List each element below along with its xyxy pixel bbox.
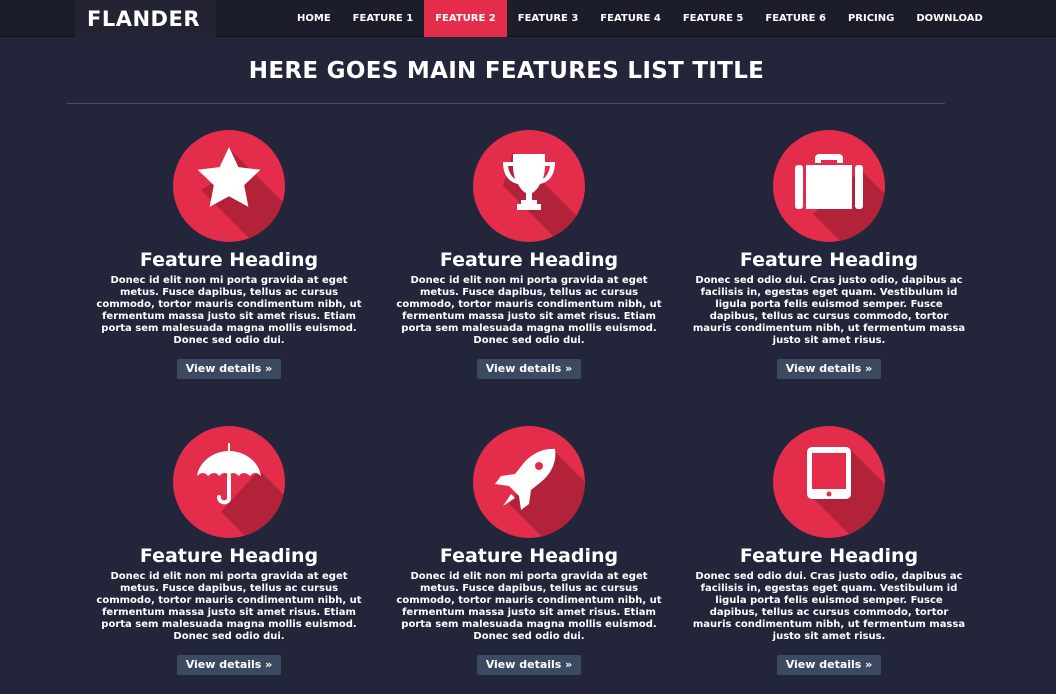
feature-description: Donec sed odio dui. Cras justo odio, dap… xyxy=(692,571,966,642)
nav-item-feature-1[interactable]: FEATURE 1 xyxy=(342,0,425,37)
feature-icon-circle xyxy=(473,130,585,242)
feature-heading: Feature Heading xyxy=(439,249,619,271)
main-nav: HOME FEATURE 1 FEATURE 2 FEATURE 3 FEATU… xyxy=(286,0,994,37)
nav-item-home[interactable]: HOME xyxy=(286,0,342,37)
feature-description: Donec sed odio dui. Cras justo odio, dap… xyxy=(692,275,966,346)
feature-card: Feature Heading Donec sed odio dui. Cras… xyxy=(689,426,969,675)
view-details-button[interactable]: View details » xyxy=(176,359,282,379)
feature-icon-circle xyxy=(173,426,285,538)
nav-item-feature-3[interactable]: FEATURE 3 xyxy=(507,0,590,37)
nav-item-feature-2[interactable]: FEATURE 2 xyxy=(424,0,507,37)
nav-item-feature-5[interactable]: FEATURE 5 xyxy=(672,0,755,37)
feature-card: Feature Heading Donec id elit non mi por… xyxy=(389,130,669,379)
feature-heading: Feature Heading xyxy=(139,545,319,567)
umbrella-icon xyxy=(197,443,261,505)
feature-description: Donec id elit non mi porta gravida at eg… xyxy=(396,571,662,642)
title-divider xyxy=(67,103,945,104)
view-details-button[interactable]: View details » xyxy=(776,655,882,675)
view-details-button[interactable]: View details » xyxy=(176,655,282,675)
brand-logo[interactable]: FLANDER xyxy=(75,0,216,37)
nav-item-feature-6[interactable]: FEATURE 6 xyxy=(754,0,837,37)
briefcase-icon xyxy=(795,154,863,209)
feature-card: Feature Heading Donec sed odio dui. Cras… xyxy=(689,130,969,379)
feature-card: Feature Heading Donec id elit non mi por… xyxy=(89,130,369,379)
page-title: HERE GOES MAIN FEATURES LIST TITLE xyxy=(248,58,765,84)
feature-description: Donec id elit non mi porta gravida at eg… xyxy=(96,571,362,642)
navbar: FLANDER HOME FEATURE 1 FEATURE 2 FEATURE… xyxy=(0,0,1056,37)
trophy-icon xyxy=(503,154,555,210)
feature-icon-circle xyxy=(173,130,285,242)
feature-heading: Feature Heading xyxy=(139,249,319,271)
feature-icon-circle xyxy=(773,130,885,242)
feature-heading: Feature Heading xyxy=(739,249,919,271)
view-details-button[interactable]: View details » xyxy=(776,359,882,379)
feature-heading: Feature Heading xyxy=(439,545,619,567)
nav-item-pricing[interactable]: PRICING xyxy=(837,0,905,37)
star-icon xyxy=(197,147,261,207)
nav-item-download[interactable]: DOWNLOAD xyxy=(905,0,994,37)
nav-item-feature-4[interactable]: FEATURE 4 xyxy=(589,0,672,37)
view-details-button[interactable]: View details » xyxy=(476,359,582,379)
view-details-button[interactable]: View details » xyxy=(476,655,582,675)
tablet-icon xyxy=(807,447,851,499)
feature-description: Donec id elit non mi porta gravida at eg… xyxy=(396,275,662,346)
feature-heading: Feature Heading xyxy=(739,545,919,567)
rocket-icon xyxy=(495,448,556,510)
feature-icon-circle xyxy=(473,426,585,538)
feature-icon-circle xyxy=(773,426,885,538)
feature-card: Feature Heading Donec id elit non mi por… xyxy=(89,426,369,675)
feature-card: Feature Heading Donec id elit non mi por… xyxy=(389,426,669,675)
feature-description: Donec id elit non mi porta gravida at eg… xyxy=(96,275,362,346)
